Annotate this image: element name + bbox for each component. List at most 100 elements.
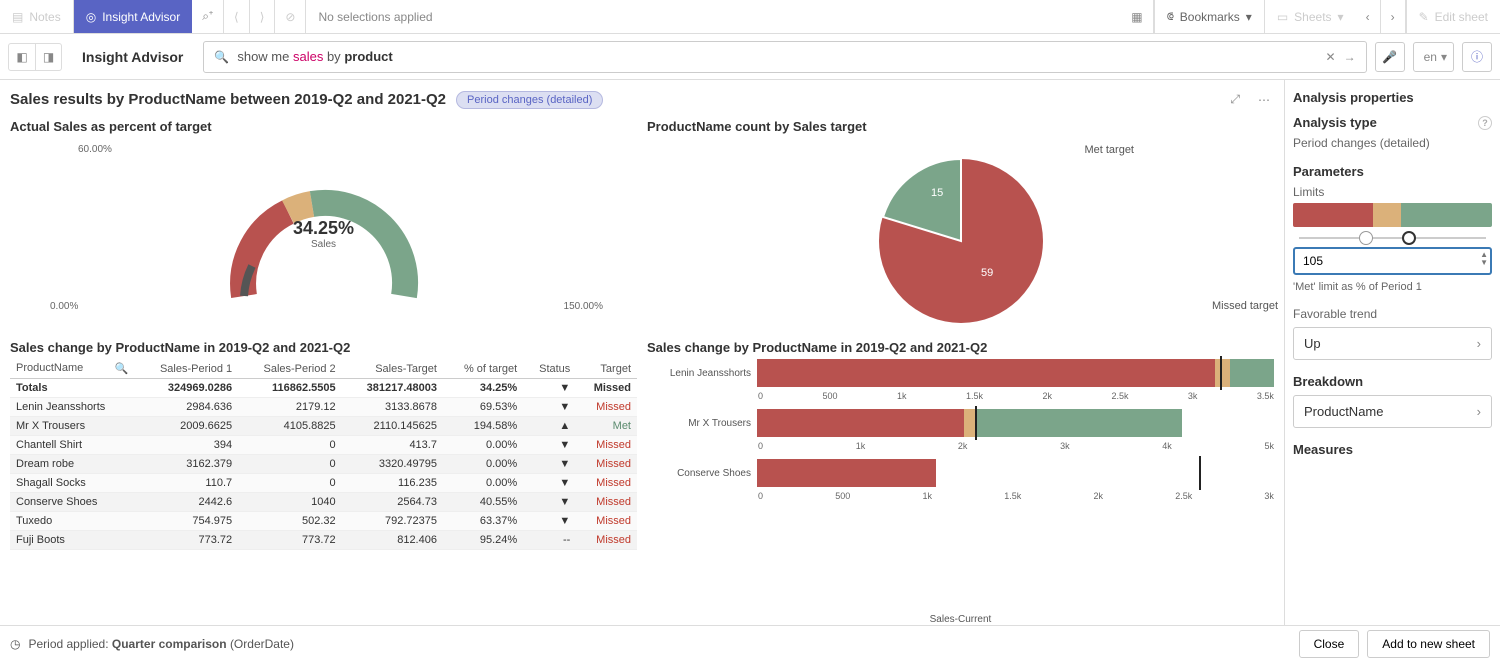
clock-icon: ◷	[10, 637, 20, 651]
bullet-row: Lenin Jeansshorts	[647, 359, 1274, 387]
add-to-new-sheet-button[interactable]: Add to new sheet	[1367, 630, 1490, 658]
parameters-title: Parameters	[1293, 164, 1364, 179]
table-row[interactable]: Conserve Shoes2442.610402564.7340.55%▼Mi…	[10, 493, 637, 512]
pencil-icon: ✎	[1419, 10, 1429, 24]
measures-title: Measures	[1293, 442, 1353, 457]
table-row[interactable]: Shagall Socks110.70116.2350.00%▼Missed	[10, 474, 637, 493]
breakdown-value: ProductName	[1304, 404, 1383, 419]
col-header[interactable]: ProductName 🔍	[10, 359, 135, 379]
spinner-icon[interactable]: ▲▼	[1480, 251, 1488, 267]
met-limit-input[interactable]	[1293, 247, 1492, 275]
svg-text:15: 15	[931, 187, 943, 199]
pie-chart: ProductName count by Sales target 15 59 …	[647, 119, 1274, 336]
met-limit-hint: 'Met' limit as % of Period 1	[1293, 281, 1492, 293]
bookmark-icon: ⟃	[1167, 9, 1174, 24]
bookmarks-label: Bookmarks	[1180, 10, 1240, 24]
submit-search-button[interactable]: →	[1344, 50, 1356, 64]
language-dropdown[interactable]: en ▾	[1413, 42, 1454, 72]
more-actions-button[interactable]: ⋯	[1254, 89, 1274, 111]
no-selections-label: No selections applied	[306, 0, 444, 33]
note-icon: ▤	[12, 10, 23, 24]
table-row[interactable]: Dream robe3162.37903320.497950.00%▼Misse…	[10, 455, 637, 474]
search-row: ◧ ◨ Insight Advisor 🔍 show me sales by p…	[0, 34, 1500, 80]
voice-input-button[interactable]: 🎤	[1375, 42, 1405, 72]
pie-missed-label: Missed target	[1212, 300, 1278, 312]
table-title: Sales change by ProductName in 2019-Q2 a…	[10, 340, 637, 355]
selections-forward-button[interactable]: ⟩	[250, 0, 276, 33]
table-row[interactable]: Tuxedo754.975502.32792.7237563.37%▼Misse…	[10, 512, 637, 531]
breakdown-select[interactable]: ProductName ›	[1293, 395, 1492, 428]
table-row[interactable]: Chantell Shirt3940413.70.00%▼Missed	[10, 436, 637, 455]
col-header[interactable]: % of target	[443, 359, 523, 379]
bullet-chart: Sales change by ProductName in 2019-Q2 a…	[647, 340, 1274, 625]
bulb-icon: ◎	[86, 10, 96, 24]
sheets-button[interactable]: ▭ Sheets ▾	[1264, 0, 1356, 33]
analysis-type-title: Analysis type	[1293, 115, 1377, 130]
chevron-right-icon: ›	[1477, 404, 1481, 419]
insight-advisor-tab[interactable]: ◎ Insight Advisor	[74, 0, 193, 33]
selections-tool-button[interactable]: ▦	[1121, 0, 1153, 33]
x-axis-label: Sales-Current	[647, 612, 1274, 625]
search-icon: 🔍	[214, 50, 229, 64]
hide-assets-button[interactable]: ◧	[9, 44, 35, 70]
next-sheet-button[interactable]: ›	[1381, 0, 1406, 33]
pie-svg: 15 59	[861, 146, 1061, 326]
smart-search-button[interactable]: ⌕⁺	[192, 0, 224, 33]
gauge-value: 34.25%	[293, 218, 354, 239]
table-row-totals: Totals324969.0286116862.5505381217.48003…	[10, 379, 637, 398]
app-toolbar: ▤ Notes ◎ Insight Advisor ⌕⁺ ⟨ ⟩ ⊘ No se…	[0, 0, 1500, 34]
col-header[interactable]: Status	[523, 359, 576, 379]
col-header[interactable]: Target	[576, 359, 637, 379]
table-row[interactable]: Mr X Trousers2009.66254105.88252110.1456…	[10, 417, 637, 436]
collapse-button[interactable]: ⤢	[1226, 88, 1244, 111]
period-applied-label: Period applied: Quarter comparison (Orde…	[28, 637, 293, 651]
insight-advisor-title: Insight Advisor	[70, 49, 195, 65]
close-button[interactable]: Close	[1299, 630, 1360, 658]
gauge-tick-low: 0.00%	[50, 301, 78, 312]
table-row[interactable]: Fuji Boots773.72773.72812.40695.24%--Mis…	[10, 531, 637, 550]
pie-met-label: Met target	[1084, 144, 1134, 156]
chevron-down-icon: ▾	[1338, 10, 1344, 24]
favorable-trend-value: Up	[1304, 336, 1321, 351]
bookmarks-button[interactable]: ⟃ Bookmarks ▾	[1154, 0, 1264, 33]
notes-button[interactable]: ▤ Notes	[0, 0, 74, 33]
gauge-tick-mid: 60.00%	[78, 144, 112, 155]
col-header[interactable]: Sales-Period 2	[238, 359, 342, 379]
sheet-icon: ▭	[1277, 10, 1288, 24]
col-header[interactable]: Sales-Period 1	[135, 359, 239, 379]
help-icon[interactable]: ?	[1478, 116, 1492, 130]
favorable-trend-select[interactable]: Up ›	[1293, 327, 1492, 360]
chevron-down-icon: ▾	[1441, 50, 1447, 64]
lang-value: en	[1424, 50, 1437, 64]
notes-label: Notes	[29, 10, 60, 24]
clear-search-button[interactable]: ✕	[1326, 50, 1336, 64]
col-header[interactable]: Sales-Target	[342, 359, 443, 379]
table-row[interactable]: Lenin Jeansshorts2984.6362179.123133.867…	[10, 398, 637, 417]
selections-back-button[interactable]: ⟨	[224, 0, 250, 33]
edit-sheet-button[interactable]: ✎ Edit sheet	[1406, 0, 1500, 33]
sales-change-table: Sales change by ProductName in 2019-Q2 a…	[10, 340, 637, 625]
chevron-down-icon: ▾	[1246, 10, 1252, 24]
data-table[interactable]: ProductName 🔍Sales-Period 1Sales-Period …	[10, 359, 637, 550]
limits-slider[interactable]	[1299, 237, 1486, 239]
gauge-sub: Sales	[293, 239, 354, 250]
footer-bar: ◷ Period applied: Quarter comparison (Or…	[0, 625, 1500, 661]
slider-handle-high[interactable]	[1402, 231, 1416, 245]
info-button[interactable]: ⓘ	[1462, 42, 1492, 72]
barchart-title: Sales change by ProductName in 2019-Q2 a…	[647, 340, 1274, 355]
show-assets-button[interactable]: ◨	[35, 44, 61, 70]
clear-selections-button[interactable]: ⊘	[275, 0, 306, 33]
svg-text:59: 59	[981, 267, 993, 279]
y-axis-label: ProductName	[647, 399, 649, 460]
gauge-title: Actual Sales as percent of target	[10, 119, 637, 134]
favorable-trend-title: Favorable trend	[1293, 307, 1492, 321]
pie-title: ProductName count by Sales target	[647, 119, 1274, 134]
gauge-chart: Actual Sales as percent of target 0.00% …	[10, 119, 637, 336]
slider-handle-low[interactable]	[1359, 231, 1373, 245]
gauge-tick-high: 150.00%	[564, 301, 603, 312]
analysis-type-value: Period changes (detailed)	[1293, 136, 1492, 150]
chevron-right-icon: ›	[1477, 336, 1481, 351]
search-box[interactable]: 🔍 show me sales by product ✕ →	[203, 41, 1366, 73]
prev-sheet-button[interactable]: ‹	[1356, 0, 1381, 33]
analysis-type-pill[interactable]: Period changes (detailed)	[456, 91, 603, 109]
